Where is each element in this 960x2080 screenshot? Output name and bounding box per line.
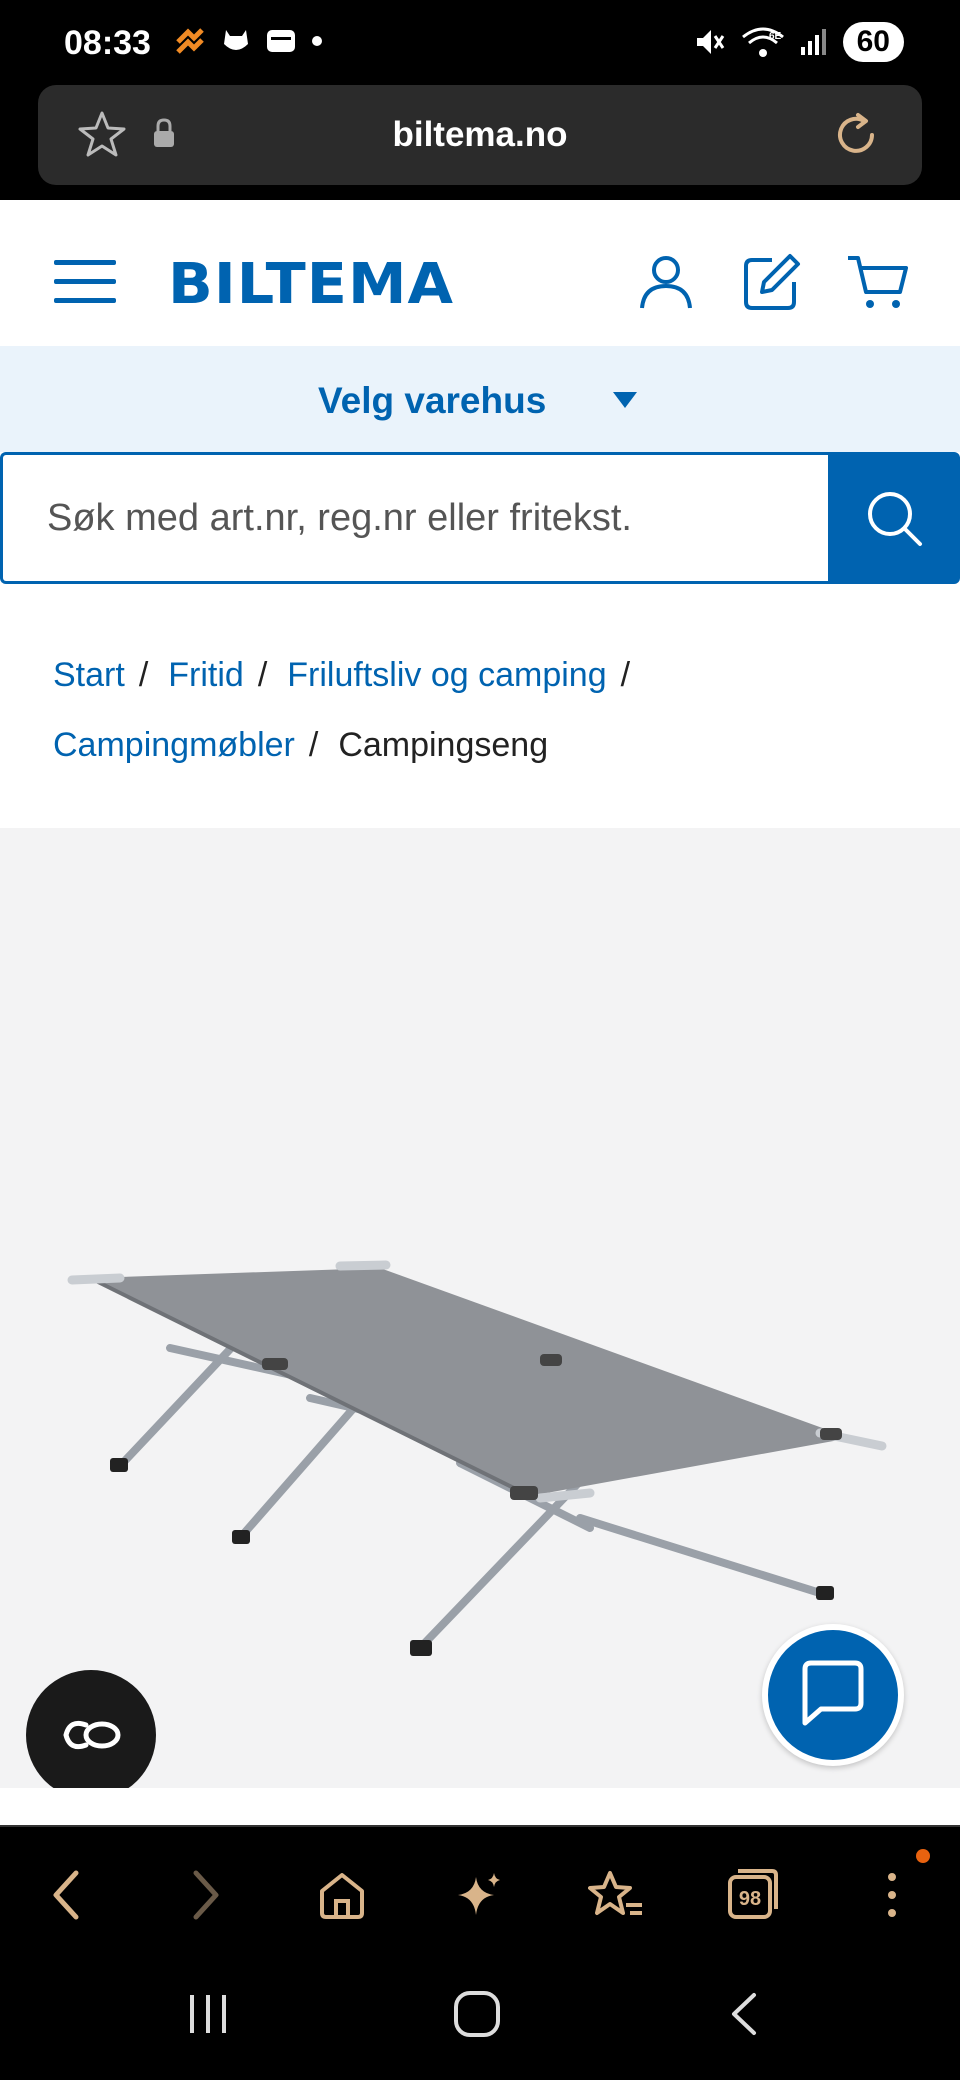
browser-address-area: biltema.no xyxy=(0,85,960,200)
search-input[interactable] xyxy=(0,452,830,584)
cat-icon xyxy=(224,30,248,50)
chevron-left-icon xyxy=(53,1870,79,1920)
tabs-button[interactable]: 98 xyxy=(722,1865,782,1925)
store-selector-label: Velg varehus xyxy=(318,380,547,421)
battery-indicator: 60 xyxy=(842,22,904,62)
favorites-star-icon xyxy=(588,1871,642,1915)
svg-text:6E: 6E xyxy=(769,31,782,42)
back-button[interactable] xyxy=(36,1865,96,1925)
mute-icon xyxy=(696,30,724,54)
search-button[interactable] xyxy=(828,452,960,584)
biltema-logo[interactable]: BILTEMA xyxy=(168,252,454,317)
breadcrumb-link-fritid[interactable]: Fritid xyxy=(168,656,244,694)
breadcrumb-separator: / xyxy=(257,656,268,694)
co-icon xyxy=(63,1720,121,1750)
recent-apps-icon[interactable] xyxy=(186,1989,230,2039)
status-icons-right: 6E 60 xyxy=(693,22,904,62)
chevron-right-icon xyxy=(193,1870,219,1920)
browser-toolbar: 98 xyxy=(0,1825,960,1955)
breadcrumb-separator: / xyxy=(138,656,149,694)
web-page: BILTEMA Velg varehus Start / Fritid / Friluf… xyxy=(0,200,960,1825)
breadcrumb-separator: / xyxy=(308,726,319,764)
favorites-button[interactable] xyxy=(586,1865,646,1925)
reload-icon[interactable] xyxy=(828,107,884,163)
breadcrumb-current: Campingseng xyxy=(338,726,549,764)
store-selector[interactable]: Velg varehus xyxy=(0,346,960,452)
url-text: biltema.no xyxy=(392,115,568,154)
system-nav-bar xyxy=(0,1955,960,2080)
home-button[interactable] xyxy=(312,1865,372,1925)
account-icon[interactable] xyxy=(636,252,696,312)
status-bar: 08:33 6E 60 xyxy=(0,0,960,85)
breadcrumb-separator: / xyxy=(620,656,631,694)
menu-icon[interactable] xyxy=(54,260,116,304)
flag-icon xyxy=(176,28,204,54)
camping-cot-image xyxy=(67,1260,887,1656)
forward-button[interactable] xyxy=(176,1865,236,1925)
chat-button[interactable] xyxy=(762,1624,904,1766)
sparkle-icon xyxy=(458,1873,500,1915)
breadcrumb: Start / Fritid / Friluftsliv og camping / Camp… xyxy=(53,640,933,780)
search-icon xyxy=(868,492,922,546)
cart-icon[interactable] xyxy=(846,252,910,312)
notification-dot xyxy=(916,1849,930,1863)
breadcrumb-link-friluftsliv[interactable]: Friluftsliv og camping xyxy=(287,656,606,694)
ai-sparkle-button[interactable] xyxy=(450,1865,510,1925)
search-bar xyxy=(0,452,960,584)
tab-count: 98 xyxy=(739,1888,761,1910)
signal-icon xyxy=(800,29,826,55)
dot-icon xyxy=(312,36,322,46)
co-button[interactable] xyxy=(26,1670,156,1800)
home-icon xyxy=(320,1873,364,1919)
status-time: 08:33 xyxy=(64,24,151,62)
site-header: BILTEMA xyxy=(0,200,960,346)
home-nav-icon[interactable] xyxy=(452,1989,502,2039)
wallet-icon xyxy=(267,30,295,52)
menu-more-button[interactable] xyxy=(862,1865,922,1925)
breadcrumb-link-start[interactable]: Start xyxy=(53,656,125,694)
address-bar[interactable]: biltema.no xyxy=(38,85,922,185)
more-vertical-icon xyxy=(888,1873,896,1917)
status-icons-left xyxy=(174,26,324,56)
breadcrumb-link-campingmobler[interactable]: Campingmøbler xyxy=(53,726,295,764)
chat-icon xyxy=(802,1660,864,1726)
back-nav-icon[interactable] xyxy=(726,1989,762,2039)
tabs-icon: 98 xyxy=(728,1869,778,1919)
wifi-6e-icon: 6E xyxy=(741,27,784,57)
caret-down-icon xyxy=(613,392,637,408)
edit-list-icon[interactable] xyxy=(742,252,802,312)
page-bottom-strip xyxy=(0,1788,960,1825)
